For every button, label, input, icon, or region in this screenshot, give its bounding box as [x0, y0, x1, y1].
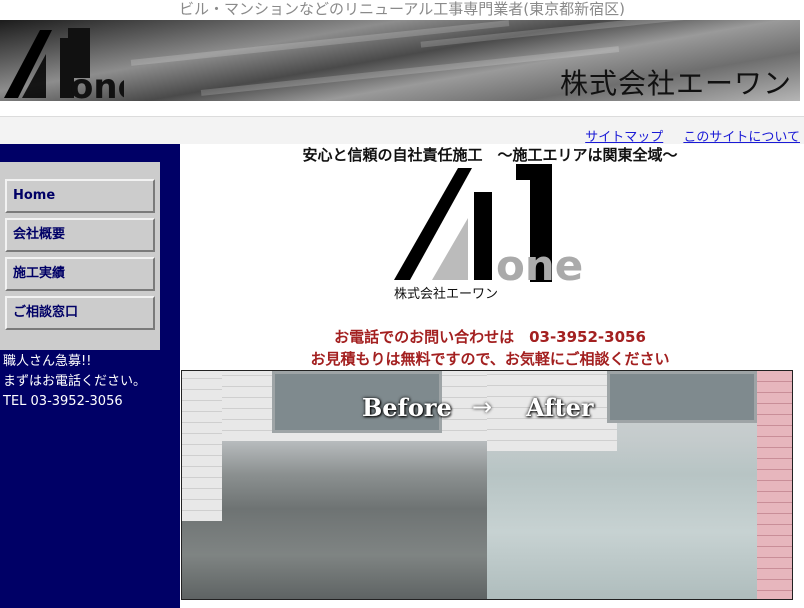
arrow-icon: →: [472, 393, 493, 421]
recruit-headline: 職人さん急募!!: [3, 354, 92, 369]
page: ビル・マンションなどのリニューアル工事専門業者(東京都新宿区) one 株式会社…: [0, 0, 804, 608]
logo-company-text: 株式会社エーワン: [394, 286, 498, 300]
recruit-notice: 職人さん急募!! まずはお電話ください。 TEL 03-3952-3056: [3, 352, 153, 412]
brick-wall: [182, 371, 222, 521]
about-site-link[interactable]: このサイトについて: [683, 130, 800, 145]
company-logo: one 株式会社エーワン: [394, 164, 583, 300]
header-banner: one 株式会社エーワン: [0, 20, 800, 101]
banner-logo: one: [4, 28, 124, 100]
sidebar-item-works[interactable]: 施工実績: [5, 257, 155, 291]
sidebar-item-company[interactable]: 会社概要: [5, 218, 155, 252]
railing: [757, 371, 792, 599]
sidebar-menu: Home 会社概要 施工実績 ご相談窓口: [0, 162, 160, 350]
banner-logo-text: one: [70, 67, 124, 100]
estimate-line: お見積もりは無料ですので、お気軽にご相談ください: [310, 350, 670, 368]
sidebar: Home 会社概要 施工実績 ご相談窓口 職人さん急募!! まずはお電話ください…: [0, 144, 180, 608]
banner-texture: [200, 46, 620, 96]
window: [607, 371, 757, 423]
before-label: Before: [362, 393, 452, 422]
sidebar-phone: TEL 03-3952-3056: [3, 394, 123, 409]
before-after-photo: Before → After: [181, 370, 793, 600]
top-links: サイトマップ このサイトについて: [569, 126, 800, 145]
after-label: After: [526, 393, 594, 422]
recruit-text: まずはお電話ください。: [3, 374, 147, 389]
sidebar-item-consult[interactable]: ご相談窓口: [5, 296, 155, 330]
sitemap-link[interactable]: サイトマップ: [585, 130, 663, 145]
site-tagline: ビル・マンションなどのリニューアル工事専門業者(東京都新宿区): [179, 0, 625, 18]
banner-company-name: 株式会社エーワン: [559, 67, 792, 100]
sidebar-item-home[interactable]: Home: [5, 179, 155, 213]
logo-one-text: one: [496, 241, 583, 290]
phone-contact-line: お電話でのお問い合わせは 03-3952-3056: [334, 328, 646, 346]
